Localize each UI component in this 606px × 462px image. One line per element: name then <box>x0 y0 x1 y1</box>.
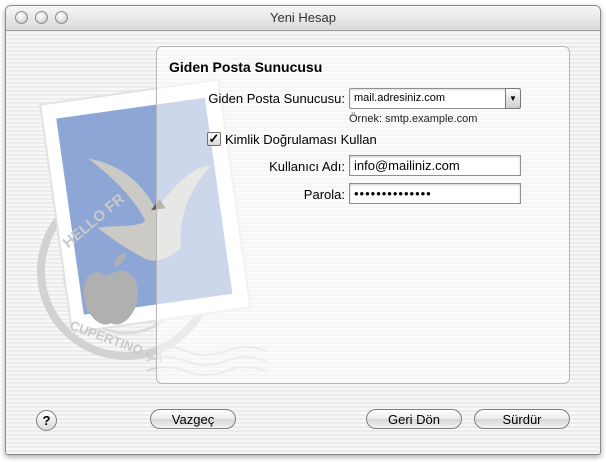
back-button[interactable]: Geri Dön <box>366 409 462 429</box>
smtp-server-combobox[interactable]: mail.adresiniz.com ▼ <box>349 88 521 109</box>
title-bar: Yeni Hesap <box>6 6 600 31</box>
outgoing-server-panel: Giden Posta Sunucusu Giden Posta Sunucus… <box>156 46 570 384</box>
new-account-window: Yeni Hesap HELLO FR CUPERTINO CA Giden P… <box>5 5 601 455</box>
smtp-label: Giden Posta Sunucusu: <box>208 91 345 106</box>
window-title: Yeni Hesap <box>269 10 336 25</box>
password-input[interactable]: •••••••••••••• <box>349 183 521 204</box>
continue-button[interactable]: Sürdür <box>474 409 570 429</box>
password-label: Parola: <box>303 187 345 202</box>
help-button[interactable]: ? <box>36 410 57 431</box>
question-icon: ? <box>42 413 51 428</box>
panel-title: Giden Posta Sunucusu <box>169 59 323 75</box>
cancel-button[interactable]: Vazgeç <box>150 409 236 429</box>
chevron-down-icon[interactable]: ▼ <box>505 88 521 109</box>
use-authentication-checkbox[interactable]: ✓ <box>207 132 221 146</box>
smtp-server-value: mail.adresiniz.com <box>354 92 446 104</box>
username-label: Kullanıcı Adı: <box>269 159 345 174</box>
use-authentication-label: Kimlik Doğrulaması Kullan <box>225 132 377 147</box>
smtp-example-hint: Örnek: smtp.example.com <box>349 113 478 125</box>
username-input[interactable]: info@mailiniz.com <box>349 155 521 176</box>
